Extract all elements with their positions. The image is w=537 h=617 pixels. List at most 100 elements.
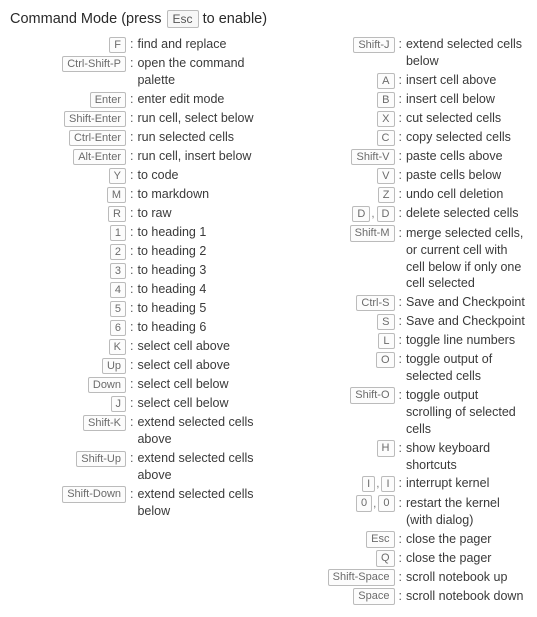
shortcut-keys: Ctrl-Enter	[10, 129, 130, 146]
key: C	[377, 130, 395, 147]
shortcut-desc: paste cells above	[406, 148, 527, 165]
shortcut-desc: show keyboard shortcuts	[406, 440, 527, 474]
colon: :	[130, 243, 137, 260]
shortcut-desc: scroll notebook down	[406, 588, 527, 605]
shortcut-desc: extend selected cells below	[137, 486, 264, 520]
shortcut-desc: undo cell deletion	[406, 186, 527, 203]
shortcut-row: Ctrl-Enter:run selected cells	[10, 129, 265, 146]
shortcut-row: Up:select cell above	[10, 357, 265, 374]
key: H	[377, 440, 395, 457]
key: 0	[356, 495, 372, 512]
shortcut-keys: I,I	[273, 475, 399, 493]
shortcut-row: L:toggle line numbers	[273, 332, 528, 349]
shortcut-desc: run selected cells	[137, 129, 264, 146]
shortcut-desc: to raw	[137, 205, 264, 222]
shortcut-row: R:to raw	[10, 205, 265, 222]
key: Enter	[90, 92, 126, 109]
shortcut-keys: A	[273, 72, 399, 89]
shortcut-keys: Enter	[10, 91, 130, 108]
shortcut-row: Q:close the pager	[273, 550, 528, 567]
shortcut-keys: 2	[10, 243, 130, 260]
shortcut-desc: copy selected cells	[406, 129, 527, 146]
colon: :	[130, 36, 137, 53]
shortcut-keys: L	[273, 332, 399, 349]
colon: :	[130, 395, 137, 412]
key: D	[352, 206, 370, 223]
shortcut-row: S:Save and Checkpoint	[273, 313, 528, 330]
shortcut-keys: B	[273, 91, 399, 108]
key: I	[362, 476, 375, 493]
shortcut-keys: 1	[10, 224, 130, 241]
colon: :	[399, 167, 406, 184]
colon: :	[399, 588, 406, 605]
shortcut-row: H:show keyboard shortcuts	[273, 440, 528, 474]
colon: :	[399, 387, 406, 404]
shortcut-keys: H	[273, 440, 399, 457]
shortcut-row: Esc:close the pager	[273, 531, 528, 548]
shortcut-keys: Shift-M	[273, 225, 399, 242]
key: 2	[110, 244, 126, 261]
shortcut-desc: to heading 2	[137, 243, 264, 260]
shortcut-row: 1:to heading 1	[10, 224, 265, 241]
shortcut-desc: select cell above	[137, 338, 264, 355]
colon: :	[130, 148, 137, 165]
shortcut-desc: open the command palette	[137, 55, 264, 89]
colon: :	[399, 495, 406, 512]
key: A	[377, 73, 394, 90]
heading-suffix: to enable)	[199, 11, 268, 27]
shortcut-desc: extend selected cells above	[137, 450, 264, 484]
shortcut-row: Z:undo cell deletion	[273, 186, 528, 203]
shortcut-row: I,I:interrupt kernel	[273, 475, 528, 493]
colon: :	[399, 148, 406, 165]
key: Shift-V	[351, 149, 394, 166]
shortcut-desc: paste cells below	[406, 167, 527, 184]
shortcut-row: 0,0:restart the kernel (with dialog)	[273, 495, 528, 529]
key: Esc	[366, 531, 394, 548]
shortcut-keys: Ctrl-S	[273, 294, 399, 311]
key: M	[107, 187, 126, 204]
shortcut-desc: run cell, insert below	[137, 148, 264, 165]
shortcut-row: Shift-K:extend selected cells above	[10, 414, 265, 448]
colon: :	[399, 531, 406, 548]
shortcut-desc: extend selected cells above	[137, 414, 264, 448]
heading-prefix: Command Mode (press	[10, 11, 166, 27]
key: Shift-Up	[76, 451, 126, 468]
shortcut-row: 2:to heading 2	[10, 243, 265, 260]
key-separator: ,	[370, 208, 375, 220]
shortcut-row: V:paste cells below	[273, 167, 528, 184]
colon: :	[399, 569, 406, 586]
shortcut-row: 6:to heading 6	[10, 319, 265, 336]
shortcut-row: Y:to code	[10, 167, 265, 184]
key: V	[377, 168, 394, 185]
section-heading: Command Mode (press Esc to enable)	[10, 10, 527, 28]
key: Ctrl-Shift-P	[62, 56, 126, 73]
shortcut-row: D,D:delete selected cells	[273, 205, 528, 223]
shortcut-keys: Space	[273, 588, 399, 605]
shortcut-desc: find and replace	[137, 36, 264, 53]
shortcut-desc: to heading 4	[137, 281, 264, 298]
colon: :	[130, 55, 137, 72]
key: Up	[102, 358, 126, 375]
shortcut-keys: Shift-Space	[273, 569, 399, 586]
key: Q	[376, 550, 395, 567]
key: F	[109, 37, 126, 54]
shortcut-keys: Ctrl-Shift-P	[10, 55, 130, 72]
shortcut-desc: restart the kernel (with dialog)	[406, 495, 527, 529]
shortcut-row: Ctrl-S:Save and Checkpoint	[273, 294, 528, 311]
shortcut-desc: close the pager	[406, 550, 527, 567]
shortcut-desc: scroll notebook up	[406, 569, 527, 586]
shortcut-desc: cut selected cells	[406, 110, 527, 127]
colon: :	[130, 486, 137, 503]
colon: :	[130, 300, 137, 317]
shortcut-keys: Alt-Enter	[10, 148, 130, 165]
colon: :	[399, 332, 406, 349]
key: X	[377, 111, 394, 128]
shortcut-row: Shift-Up:extend selected cells above	[10, 450, 265, 484]
key: S	[377, 314, 394, 331]
shortcut-desc: toggle output scrolling of selected cell…	[406, 387, 527, 438]
shortcut-desc: to heading 1	[137, 224, 264, 241]
key: Space	[353, 588, 394, 605]
key: K	[109, 339, 126, 356]
key-separator: ,	[375, 478, 380, 490]
shortcut-row: Shift-O:toggle output scrolling of selec…	[273, 387, 528, 438]
